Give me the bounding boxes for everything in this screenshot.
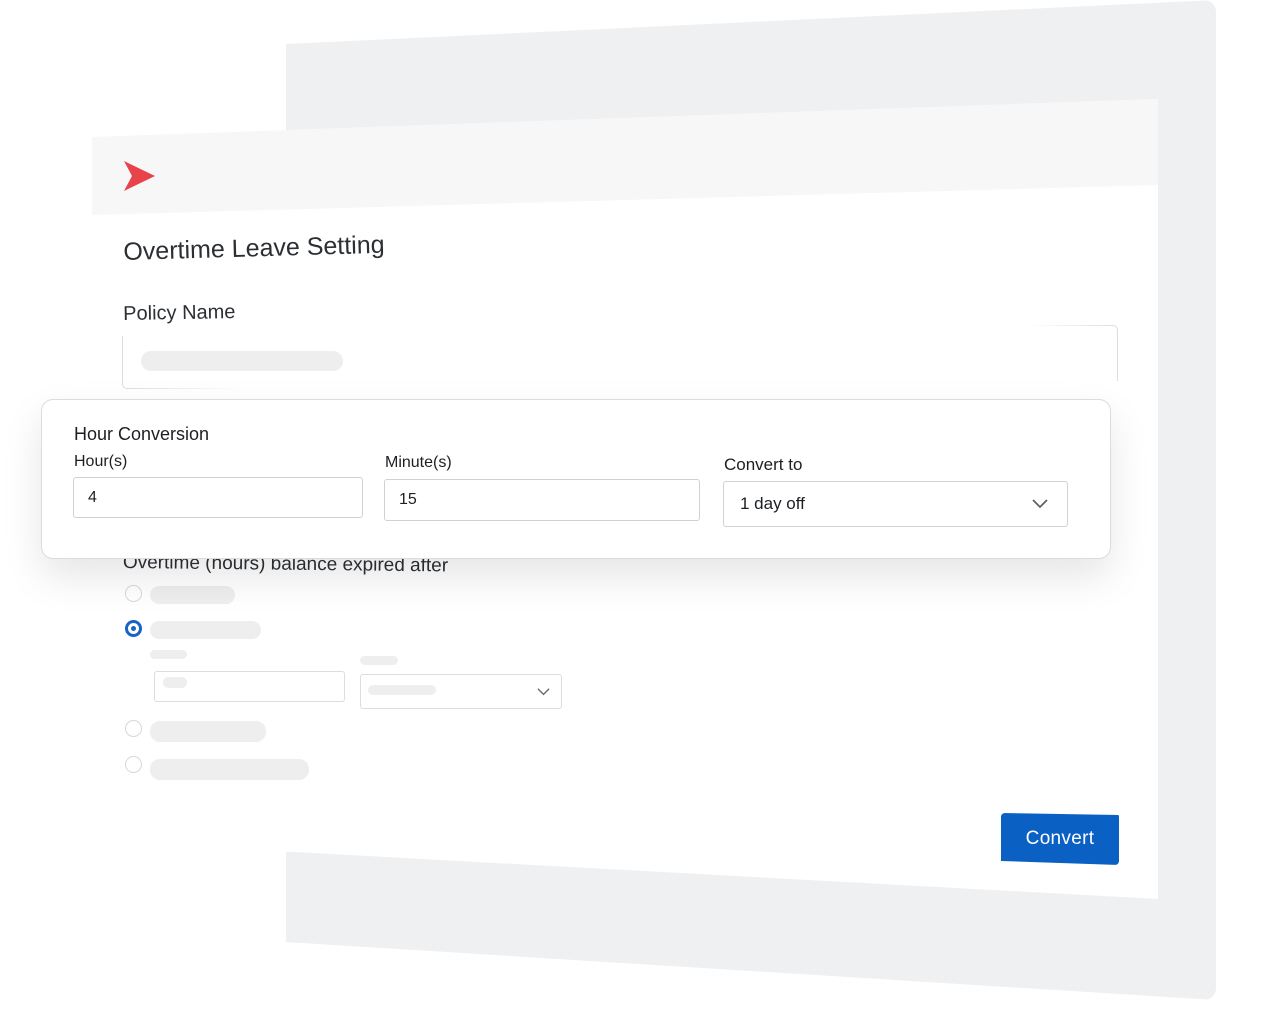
expiry-subfield-label-skeleton-2 [360, 656, 398, 665]
expiry-option-radio-2[interactable] [125, 620, 142, 637]
expiry-option-skeleton-2 [150, 621, 261, 639]
chevron-down-icon [1032, 499, 1048, 509]
convert-to-select[interactable]: 1 day off [723, 481, 1068, 527]
policy-name-label: Policy Name [123, 301, 236, 325]
hours-input[interactable]: 4 [73, 477, 363, 518]
expiry-amount-skeleton [163, 677, 187, 688]
expiry-option-skeleton-1 [150, 586, 235, 604]
hours-label: Hour(s) [74, 453, 128, 470]
expiry-option-radio-3[interactable] [125, 720, 142, 737]
chevron-down-icon [537, 688, 550, 696]
minutes-input[interactable]: 15 [384, 479, 700, 521]
expiry-option-radio-4[interactable] [125, 756, 142, 773]
hour-conversion-title: Hour Conversion [74, 424, 210, 444]
expiry-subfield-label-skeleton-1 [150, 650, 187, 659]
screen: Overtime Leave Setting Policy Name Overt… [0, 0, 1278, 1020]
expiry-option-skeleton-4 [150, 759, 309, 780]
hours-value: 4 [88, 488, 97, 506]
minutes-label: Minute(s) [385, 454, 452, 471]
expiry-unit-skeleton [368, 685, 436, 695]
minutes-value: 15 [399, 491, 417, 508]
policy-name-placeholder-skeleton [141, 351, 343, 371]
brand-logo-icon [124, 161, 155, 191]
convert-to-value: 1 day off [740, 494, 805, 513]
expiry-option-radio-1[interactable] [125, 585, 142, 602]
convert-to-label: Convert to [724, 455, 803, 474]
expiry-option-skeleton-3 [150, 721, 266, 742]
convert-button[interactable]: Convert [1001, 813, 1119, 865]
